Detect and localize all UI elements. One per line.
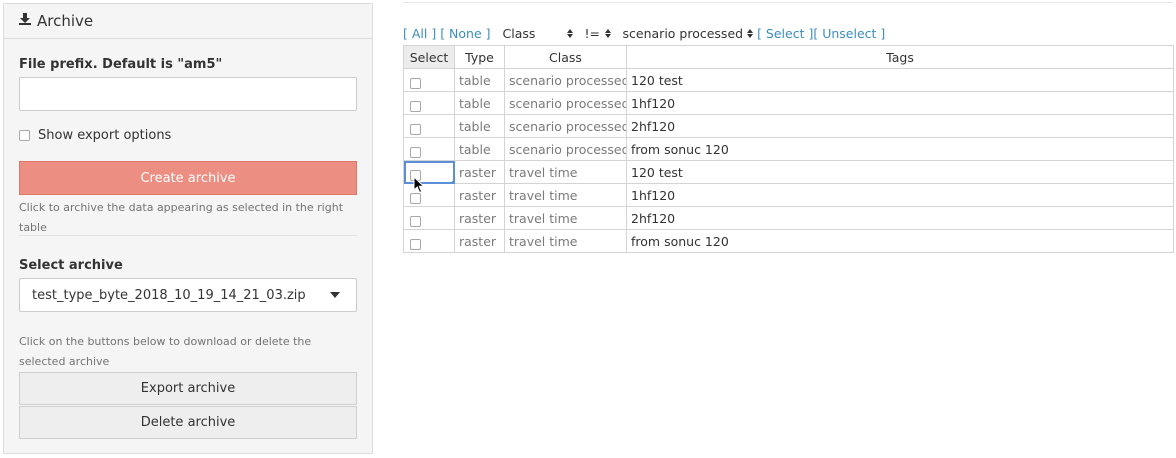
- select-cell[interactable]: [403, 137, 455, 161]
- row-checkbox[interactable]: [410, 147, 421, 158]
- class-cell: scenario processed: [504, 137, 627, 161]
- updown-icon: [747, 28, 754, 38]
- updown-icon: [566, 28, 573, 38]
- select-cell[interactable]: [403, 229, 455, 253]
- download-icon: [18, 12, 32, 30]
- select-all-link[interactable]: [ All ]: [403, 26, 436, 41]
- create-archive-button[interactable]: Create archive: [19, 161, 357, 195]
- class-cell: scenario processed: [504, 91, 627, 115]
- tags-cell: 120 test: [626, 68, 1174, 92]
- type-cell: raster: [454, 229, 505, 253]
- select-cell[interactable]: [403, 91, 455, 115]
- select-cell[interactable]: [403, 114, 455, 138]
- file-prefix-input[interactable]: [19, 77, 357, 111]
- row-checkbox[interactable]: [410, 124, 421, 135]
- file-prefix-label: File prefix. Default is "am5": [19, 57, 223, 72]
- select-cell[interactable]: [403, 206, 455, 230]
- tags-cell: from sonuc 120: [626, 229, 1174, 253]
- show-export-options-label: Show export options: [38, 128, 172, 143]
- type-cell: table: [454, 137, 505, 161]
- create-archive-help: Click to archive the data appearing as s…: [19, 201, 344, 234]
- panel-header: Archive: [4, 4, 372, 39]
- top-rule: [403, 2, 1173, 3]
- operator-select-value: !=: [584, 25, 601, 41]
- class-cell: scenario processed: [504, 68, 627, 92]
- table-header-row: Select Type Class Tags: [403, 45, 1174, 69]
- tags-cell: from sonuc 120: [626, 137, 1174, 161]
- table-row: table scenario processed 1hf120: [403, 91, 1174, 115]
- unselect-link[interactable]: [ Unselect ]: [813, 26, 885, 41]
- select-cell[interactable]: [403, 68, 455, 92]
- operator-select[interactable]: !=: [585, 26, 611, 41]
- select-cell-focused[interactable]: [403, 160, 455, 184]
- checkbox-box[interactable]: [19, 130, 30, 141]
- select-archive-label: Select archive: [19, 258, 123, 273]
- select-cell[interactable]: [403, 183, 455, 207]
- table-row: table scenario processed 2hf120: [403, 114, 1174, 138]
- mouse-pointer-icon: [413, 176, 425, 194]
- row-checkbox[interactable]: [410, 78, 421, 89]
- value-select[interactable]: scenario processed: [623, 26, 754, 41]
- type-cell: raster: [454, 183, 505, 207]
- row-checkbox[interactable]: [410, 193, 421, 204]
- archive-select-value: test_type_byte_2018_10_19_14_21_03.zip: [32, 287, 306, 303]
- export-archive-button[interactable]: Export archive: [19, 372, 357, 405]
- delete-archive-button[interactable]: Delete archive: [19, 406, 357, 439]
- type-cell: raster: [454, 206, 505, 230]
- archive-panel: Archive File prefix. Default is "am5" Sh…: [3, 3, 373, 454]
- tags-cell: 2hf120: [626, 206, 1174, 230]
- table-row: table scenario processed 120 test: [403, 68, 1174, 92]
- table-row: table scenario processed from sonuc 120: [403, 137, 1174, 161]
- column-header-tags[interactable]: Tags: [626, 45, 1174, 69]
- table-row: raster travel time 2hf120: [403, 206, 1174, 230]
- row-checkbox[interactable]: [410, 239, 421, 250]
- select-none-link[interactable]: [ None ]: [440, 26, 490, 41]
- class-cell: travel time: [504, 160, 627, 184]
- data-table: Select Type Class Tags table scenario pr…: [403, 45, 1174, 253]
- class-cell: travel time: [504, 183, 627, 207]
- row-checkbox[interactable]: [410, 216, 421, 227]
- tags-cell: 1hf120: [626, 91, 1174, 115]
- divider: [19, 235, 357, 236]
- class-cell: travel time: [504, 206, 627, 230]
- show-export-options-checkbox[interactable]: Show export options: [19, 128, 171, 143]
- column-header-select[interactable]: Select: [403, 45, 455, 69]
- value-select-value: scenario processed: [622, 25, 744, 41]
- column-header-class[interactable]: Class: [504, 45, 627, 69]
- updown-icon: [604, 28, 611, 38]
- table-row: raster travel time 1hf120: [403, 183, 1174, 207]
- table-row: raster travel time from sonuc 120: [403, 229, 1174, 253]
- type-cell: table: [454, 91, 505, 115]
- archive-select[interactable]: test_type_byte_2018_10_19_14_21_03.zip: [19, 278, 357, 312]
- tags-cell: 2hf120: [626, 114, 1174, 138]
- field-select-value: Class: [502, 25, 536, 41]
- type-cell: table: [454, 68, 505, 92]
- selection-toolbar: [ All ] [ None ] Class != scenario proce…: [403, 24, 885, 42]
- tags-cell: 120 test: [626, 160, 1174, 184]
- row-checkbox[interactable]: [410, 101, 421, 112]
- tags-cell: 1hf120: [626, 183, 1174, 207]
- class-cell: travel time: [504, 229, 627, 253]
- panel-title: Archive: [37, 12, 94, 30]
- archive-help: Click on the buttons below to download o…: [19, 335, 312, 368]
- type-cell: table: [454, 114, 505, 138]
- type-cell: raster: [454, 160, 505, 184]
- class-cell: scenario processed: [504, 114, 627, 138]
- table-row: raster travel time 120 test: [403, 160, 1174, 184]
- field-select[interactable]: Class: [503, 26, 573, 41]
- select-link[interactable]: [ Select ]: [757, 26, 813, 41]
- chevron-down-icon: [330, 292, 340, 298]
- column-header-type[interactable]: Type: [454, 45, 505, 69]
